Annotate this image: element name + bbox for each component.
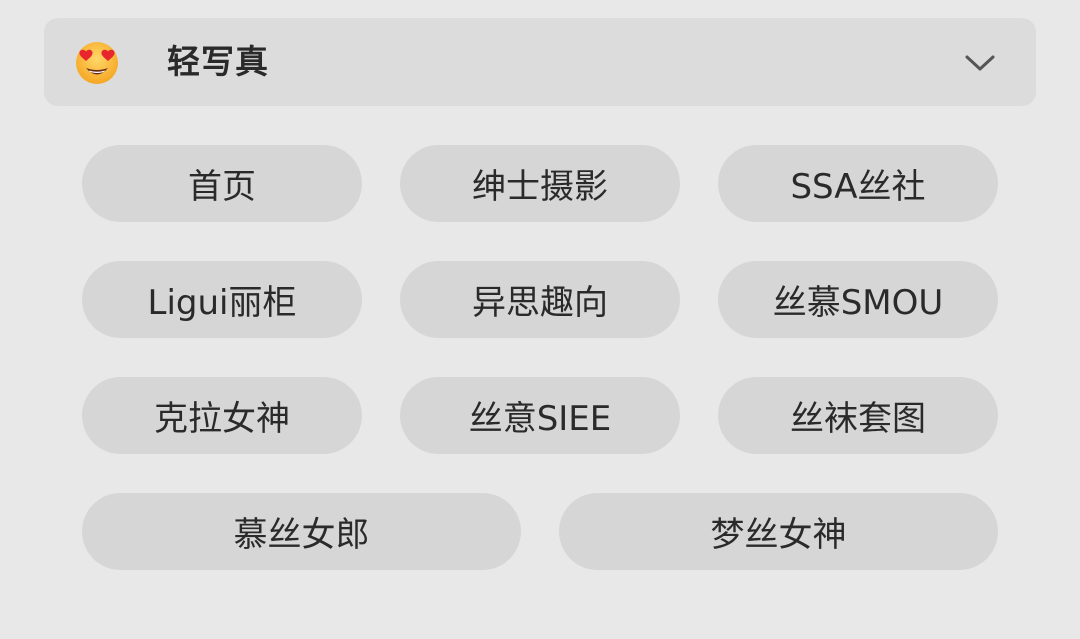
category-pill[interactable]: SSA丝社: [718, 145, 998, 222]
category-pill[interactable]: 绅士摄影: [400, 145, 680, 222]
heart-eyes-emoji-icon: [76, 42, 118, 84]
category-pill[interactable]: 异思趣向: [400, 261, 680, 338]
dropdown-title: 轻写真: [167, 42, 269, 81]
category-pill[interactable]: 丝意SIEE: [400, 377, 680, 454]
category-pill-home[interactable]: 首页: [82, 145, 362, 222]
category-pill[interactable]: 梦丝女神: [559, 493, 998, 570]
category-dropdown-header[interactable]: 轻写真: [44, 18, 1036, 106]
chevron-down-icon[interactable]: [964, 51, 996, 73]
category-pill[interactable]: 克拉女神: [82, 377, 362, 454]
category-pill[interactable]: 丝慕SMOU: [718, 261, 998, 338]
category-pill[interactable]: Ligui丽柜: [82, 261, 362, 338]
category-pill[interactable]: 慕丝女郎: [82, 493, 521, 570]
category-pill[interactable]: 丝袜套图: [718, 377, 998, 454]
